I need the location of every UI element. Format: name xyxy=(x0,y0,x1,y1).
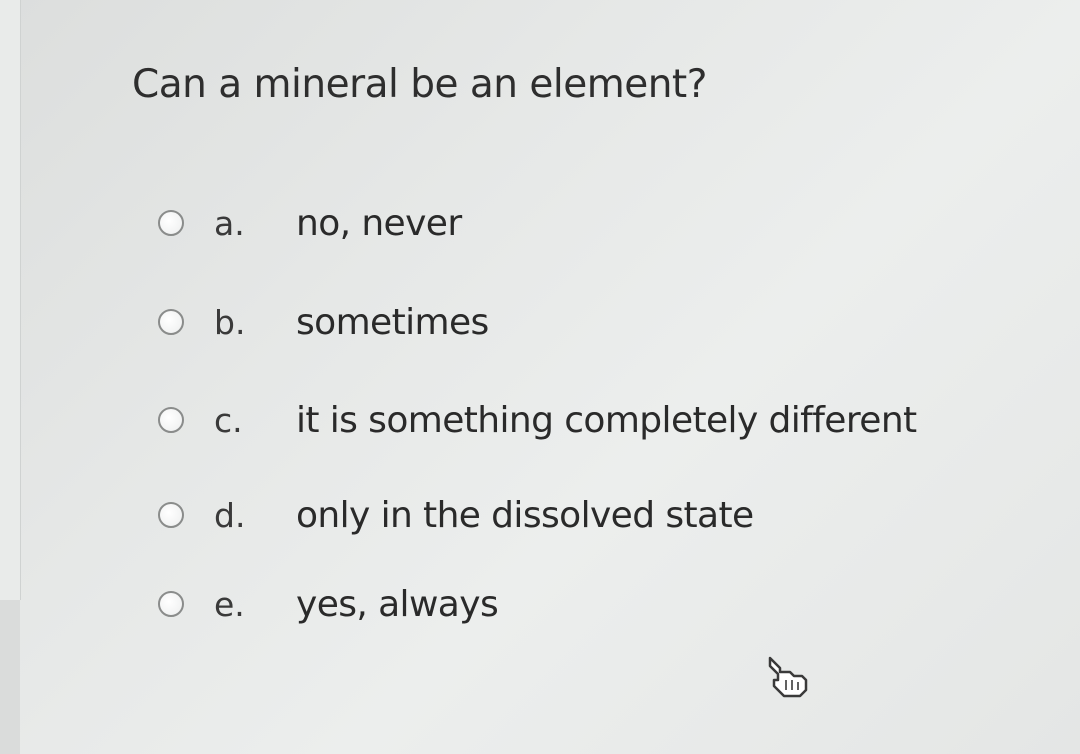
option-letter: a. xyxy=(214,203,245,243)
option-letter: d. xyxy=(214,495,246,535)
option-letter: c. xyxy=(214,400,243,440)
option-d[interactable]: d. only in the dissolved state xyxy=(158,495,754,536)
radio-unchecked-icon[interactable] xyxy=(158,309,184,335)
option-label[interactable]: it is something completely different xyxy=(296,400,917,441)
window-left-edge xyxy=(0,0,21,600)
option-label[interactable]: no, never xyxy=(296,203,462,244)
option-c[interactable]: c. it is something completely different xyxy=(158,400,917,441)
radio-unchecked-icon[interactable] xyxy=(158,407,184,433)
option-label[interactable]: sometimes xyxy=(296,302,489,343)
radio-unchecked-icon[interactable] xyxy=(158,210,184,236)
option-label[interactable]: yes, always xyxy=(296,584,499,625)
option-a[interactable]: a. no, never xyxy=(158,203,462,244)
hand-pointer-cursor-icon xyxy=(768,656,808,698)
option-e[interactable]: e. yes, always xyxy=(158,584,499,625)
option-label[interactable]: only in the dissolved state xyxy=(296,495,754,536)
option-b[interactable]: b. sometimes xyxy=(158,302,489,343)
option-letter: b. xyxy=(214,302,246,342)
radio-unchecked-icon[interactable] xyxy=(158,591,184,617)
question-text: Can a mineral be an element? xyxy=(132,62,707,107)
option-letter: e. xyxy=(214,584,245,624)
window-bottom-edge xyxy=(0,600,20,754)
radio-unchecked-icon[interactable] xyxy=(158,502,184,528)
